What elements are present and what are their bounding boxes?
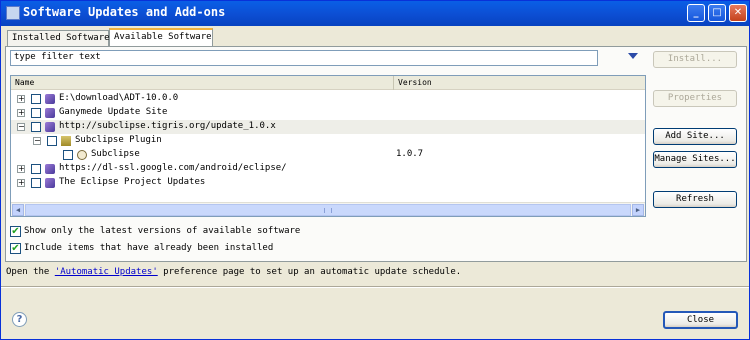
update-site-icon: [45, 122, 55, 132]
title-bar[interactable]: Software Updates and Add-ons _ □ ✕: [1, 1, 749, 26]
include-installed-label: Include items that have already been ins…: [24, 243, 274, 253]
row-checkbox[interactable]: [31, 122, 41, 132]
row-checkbox[interactable]: [31, 178, 41, 188]
software-updates-dialog: Software Updates and Add-ons _ □ ✕ Insta…: [0, 0, 750, 340]
add-site-button[interactable]: Add Site...: [653, 128, 737, 145]
refresh-button[interactable]: Refresh: [653, 191, 737, 208]
row-checkbox[interactable]: [31, 94, 41, 104]
app-icon: [6, 6, 20, 20]
row-label: http://subclipse.tigris.org/update_1.0.x: [59, 121, 276, 131]
show-latest-label: Show only the latest versions of availab…: [24, 226, 301, 236]
tree-row[interactable]: + Ganymede Update Site: [11, 106, 645, 120]
row-checkbox[interactable]: [47, 136, 57, 146]
help-icon[interactable]: ?: [12, 312, 27, 327]
expand-icon[interactable]: +: [17, 95, 25, 103]
tree-row[interactable]: − Subclipse Plugin: [11, 134, 645, 148]
tree-row[interactable]: + The Eclipse Project Updates: [11, 176, 645, 190]
row-label: https://dl-ssl.google.com/android/eclips…: [59, 163, 287, 173]
tab-available-software[interactable]: Available Software: [109, 28, 213, 47]
expand-icon[interactable]: +: [17, 179, 25, 187]
tree-row[interactable]: + E:\download\ADT-10.0.0: [11, 92, 645, 106]
update-site-icon: [45, 108, 55, 118]
row-checkbox[interactable]: [63, 150, 73, 160]
collapse-icon[interactable]: −: [33, 137, 41, 145]
row-label: Subclipse: [91, 149, 140, 159]
row-label: E:\download\ADT-10.0.0: [59, 93, 179, 103]
tree-row[interactable]: − http://subclipse.tigris.org/update_1.0…: [11, 120, 645, 134]
show-latest-checkbox[interactable]: ✔: [10, 226, 21, 237]
filter-input[interactable]: type filter text: [10, 50, 598, 66]
row-checkbox[interactable]: [31, 108, 41, 118]
row-version: 1.0.7: [396, 149, 424, 159]
tab-installed-software[interactable]: Installed Software: [7, 30, 110, 46]
grip-icon: [324, 208, 332, 213]
close-window-button[interactable]: ✕: [729, 4, 747, 22]
update-site-icon: [45, 94, 55, 104]
tree-row[interactable]: + https://dl-ssl.google.com/android/ecli…: [11, 162, 645, 176]
hint-suffix: preference page to set up an automatic u…: [157, 267, 462, 277]
feature-icon: [61, 136, 71, 146]
plugin-icon: [77, 150, 87, 160]
automatic-updates-hint: Open the 'Automatic Updates' preference …: [6, 267, 461, 277]
row-label: The Eclipse Project Updates: [59, 177, 206, 187]
column-header-version[interactable]: Version: [394, 76, 645, 90]
collapse-icon[interactable]: −: [17, 123, 25, 131]
automatic-updates-link[interactable]: 'Automatic Updates': [55, 267, 158, 277]
tree-row[interactable]: Subclipse 1.0.7: [11, 148, 645, 162]
update-site-icon: [45, 164, 55, 174]
properties-button[interactable]: Properties: [653, 90, 737, 107]
minimize-button[interactable]: _: [687, 4, 705, 22]
expand-icon[interactable]: +: [17, 109, 25, 117]
scroll-left-icon[interactable]: ◀: [12, 204, 24, 216]
available-software-panel: type filter text Name Version + E:\downl…: [5, 46, 747, 262]
include-installed-checkbox[interactable]: ✔: [10, 243, 21, 254]
maximize-button[interactable]: □: [708, 4, 726, 22]
window-title: Software Updates and Add-ons: [23, 5, 226, 19]
horizontal-scrollbar[interactable]: ◀ ▶: [11, 202, 645, 216]
tree-header: Name Version: [11, 76, 645, 90]
close-button[interactable]: Close: [663, 311, 738, 329]
install-button[interactable]: Install...: [653, 51, 737, 68]
row-label: Ganymede Update Site: [59, 107, 168, 117]
filter-dropdown-icon[interactable]: [628, 53, 638, 59]
row-label: Subclipse Plugin: [75, 135, 162, 145]
row-checkbox[interactable]: [31, 164, 41, 174]
update-site-icon: [45, 178, 55, 188]
column-header-name[interactable]: Name: [11, 76, 394, 90]
expand-icon[interactable]: +: [17, 165, 25, 173]
manage-sites-button[interactable]: Manage Sites...: [653, 151, 737, 168]
scroll-right-icon[interactable]: ▶: [632, 204, 644, 216]
footer-separator: [1, 286, 749, 288]
software-tree: Name Version + E:\download\ADT-10.0.0 + …: [10, 75, 646, 217]
scroll-thumb[interactable]: [25, 204, 631, 216]
hint-prefix: Open the: [6, 267, 55, 277]
